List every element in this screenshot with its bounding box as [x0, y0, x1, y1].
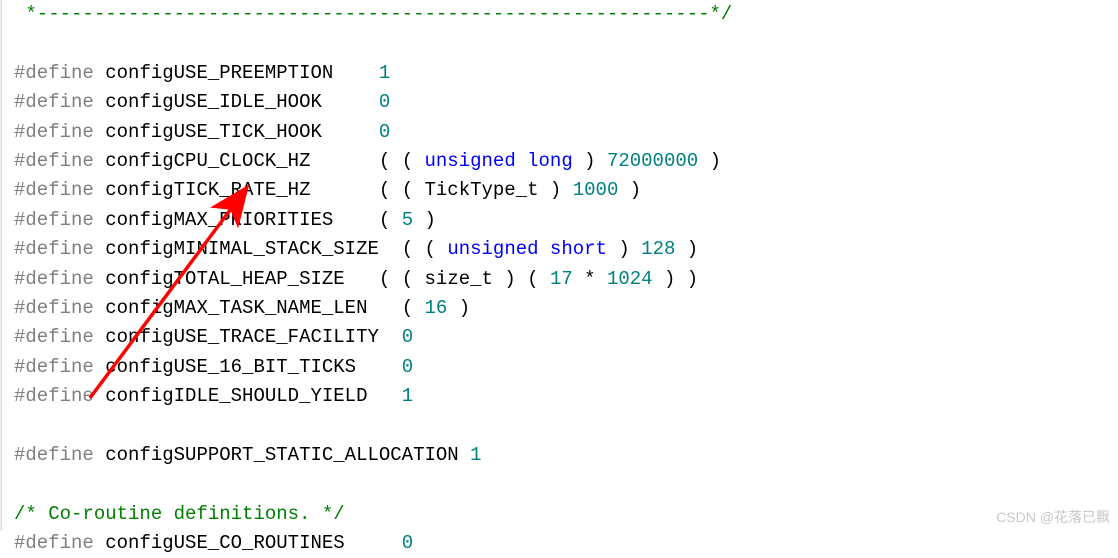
directive: #define: [14, 268, 94, 290]
macro-value: 0: [379, 91, 390, 113]
code-line[interactable]: #define configTICK_RATE_HZ ( ( TickType_…: [14, 176, 1118, 205]
code-line[interactable]: #define configUSE_PREEMPTION 1: [14, 59, 1118, 88]
code-line[interactable]: [14, 29, 1118, 58]
macro-name: configMAX_TASK_NAME_LEN: [105, 297, 367, 319]
keyword: unsigned short: [447, 238, 607, 260]
macro-value: 1: [402, 385, 413, 407]
macro-value: 5: [402, 209, 413, 231]
code-line[interactable]: #define configIDLE_SHOULD_YIELD 1: [14, 382, 1118, 411]
code-line[interactable]: #define configSUPPORT_STATIC_ALLOCATION …: [14, 441, 1118, 470]
macro-value: 128: [641, 238, 675, 260]
macro-value: 0: [402, 326, 413, 348]
directive: #define: [14, 179, 94, 201]
code-line[interactable]: #define configTOTAL_HEAP_SIZE ( ( size_t…: [14, 265, 1118, 294]
macro-name: configCPU_CLOCK_HZ: [105, 150, 310, 172]
code-line[interactable]: #define configUSE_IDLE_HOOK 0: [14, 88, 1118, 117]
macro-value: 0: [402, 356, 413, 378]
macro-name: configUSE_IDLE_HOOK: [105, 91, 322, 113]
directive: #define: [14, 297, 94, 319]
directive: #define: [14, 356, 94, 378]
macro-value: 1: [470, 444, 481, 466]
macro-name: configUSE_16_BIT_TICKS: [105, 356, 356, 378]
macro-name: configUSE_CO_ROUTINES: [105, 532, 344, 554]
directive: #define: [14, 121, 94, 143]
macro-value: 0: [379, 121, 390, 143]
directive: #define: [14, 62, 94, 84]
code-line[interactable]: #define configMINIMAL_STACK_SIZE ( ( uns…: [14, 235, 1118, 264]
code-line[interactable]: #define configUSE_16_BIT_TICKS 0: [14, 353, 1118, 382]
directive: #define: [14, 209, 94, 231]
directive: #define: [14, 150, 94, 172]
code-line[interactable]: [14, 411, 1118, 440]
code-line[interactable]: #define configMAX_TASK_NAME_LEN ( 16 ): [14, 294, 1118, 323]
macro-name: configSUPPORT_STATIC_ALLOCATION: [105, 444, 470, 466]
macro-name: configUSE_TRACE_FACILITY: [105, 326, 379, 348]
code-line[interactable]: [14, 470, 1118, 499]
macro-value: 1000: [573, 179, 619, 201]
directive: #define: [14, 91, 94, 113]
comment-text: /* Co-routine definitions. */: [14, 503, 345, 525]
keyword: unsigned long: [425, 150, 573, 172]
code-editor[interactable]: *---------------------------------------…: [0, 0, 1118, 558]
macro-name: configTICK_RATE_HZ: [105, 179, 310, 201]
macro-name: configUSE_TICK_HOOK: [105, 121, 322, 143]
code-line[interactable]: #define configMAX_PRIORITIES ( 5 ): [14, 206, 1118, 235]
number: 17: [550, 268, 573, 290]
macro-name: configMAX_PRIORITIES: [105, 209, 333, 231]
directive: #define: [14, 326, 94, 348]
directive: #define: [14, 238, 94, 260]
number: 1024: [607, 268, 653, 290]
code-line[interactable]: #define configUSE_CO_ROUTINES 0: [14, 529, 1118, 558]
macro-value: 72000000: [607, 150, 698, 172]
macro-value: 1: [379, 62, 390, 84]
macro-name: configTOTAL_HEAP_SIZE: [105, 268, 344, 290]
macro-name: configMINIMAL_STACK_SIZE: [105, 238, 379, 260]
macro-value: 0: [402, 532, 413, 554]
directive: #define: [14, 444, 94, 466]
code-line[interactable]: *---------------------------------------…: [14, 0, 1118, 29]
editor-gutter: [0, 0, 2, 531]
code-line[interactable]: /* Co-routine definitions. */: [14, 500, 1118, 529]
macro-name: configUSE_PREEMPTION: [105, 62, 333, 84]
comment-text: *---------------------------------------…: [14, 3, 732, 25]
code-line[interactable]: #define configUSE_TRACE_FACILITY 0: [14, 323, 1118, 352]
macro-name: configIDLE_SHOULD_YIELD: [105, 385, 367, 407]
code-line[interactable]: #define configCPU_CLOCK_HZ ( ( unsigned …: [14, 147, 1118, 176]
directive: #define: [14, 385, 94, 407]
macro-value: 16: [425, 297, 448, 319]
directive: #define: [14, 532, 94, 554]
watermark-text: CSDN @花落已飘: [996, 507, 1110, 527]
code-line[interactable]: #define configUSE_TICK_HOOK 0: [14, 118, 1118, 147]
